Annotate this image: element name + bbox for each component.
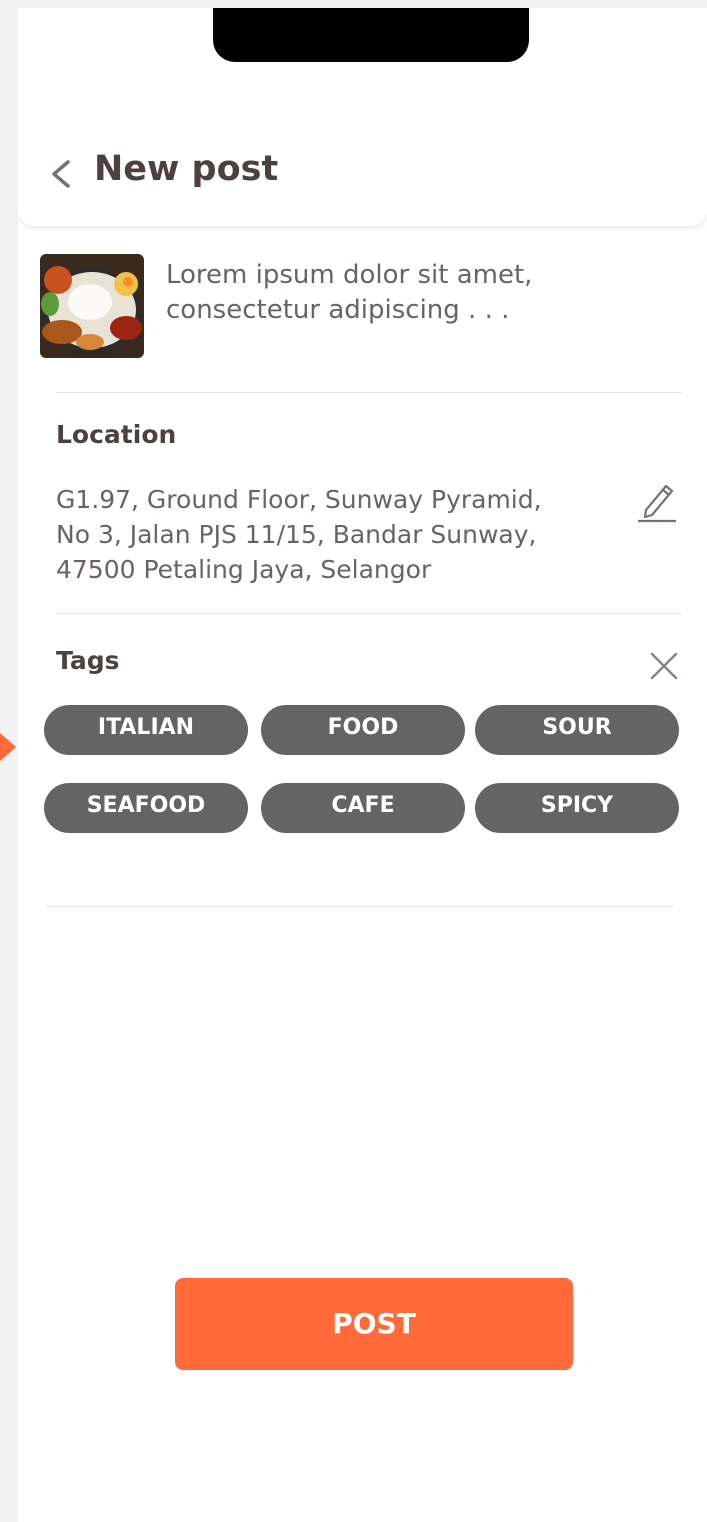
tag-chip-food[interactable]: FOOD <box>261 705 465 755</box>
location-label: Location <box>56 420 177 449</box>
post-caption[interactable]: Lorem ipsum dolor sit amet, consectetur … <box>166 258 636 328</box>
post-button[interactable]: POST <box>175 1278 573 1370</box>
phone-screen: New post Lorem ipsum dolor sit amet, con… <box>18 8 707 1522</box>
tag-chip-spicy[interactable]: SPICY <box>475 783 679 833</box>
chevron-left-icon[interactable] <box>48 158 76 190</box>
divider <box>46 906 674 907</box>
orange-arrow-decoration <box>0 733 16 761</box>
tag-chip-seafood[interactable]: SEAFOOD <box>44 783 248 833</box>
device-notch <box>213 8 529 62</box>
location-address: G1.97, Ground Floor, Sunway Pyramid, No … <box>56 482 616 587</box>
tags-label: Tags <box>56 646 120 675</box>
address-line: G1.97, Ground Floor, Sunway Pyramid, <box>56 485 542 514</box>
address-line: No 3, Jalan PJS 11/15, Bandar Sunway, <box>56 520 537 549</box>
food-image <box>40 254 144 358</box>
address-line: 47500 Petaling Jaya, Selangor <box>56 555 432 584</box>
header-bar: New post <box>18 8 707 226</box>
post-thumbnail[interactable] <box>40 254 144 358</box>
tag-chip-sour[interactable]: SOUR <box>475 705 679 755</box>
pencil-icon[interactable] <box>636 478 678 524</box>
divider <box>56 613 682 614</box>
close-icon[interactable] <box>648 650 680 682</box>
divider <box>56 392 682 393</box>
tag-chip-italian[interactable]: ITALIAN <box>44 705 248 755</box>
page-title: New post <box>94 149 279 189</box>
tag-chip-cafe[interactable]: CAFE <box>261 783 465 833</box>
